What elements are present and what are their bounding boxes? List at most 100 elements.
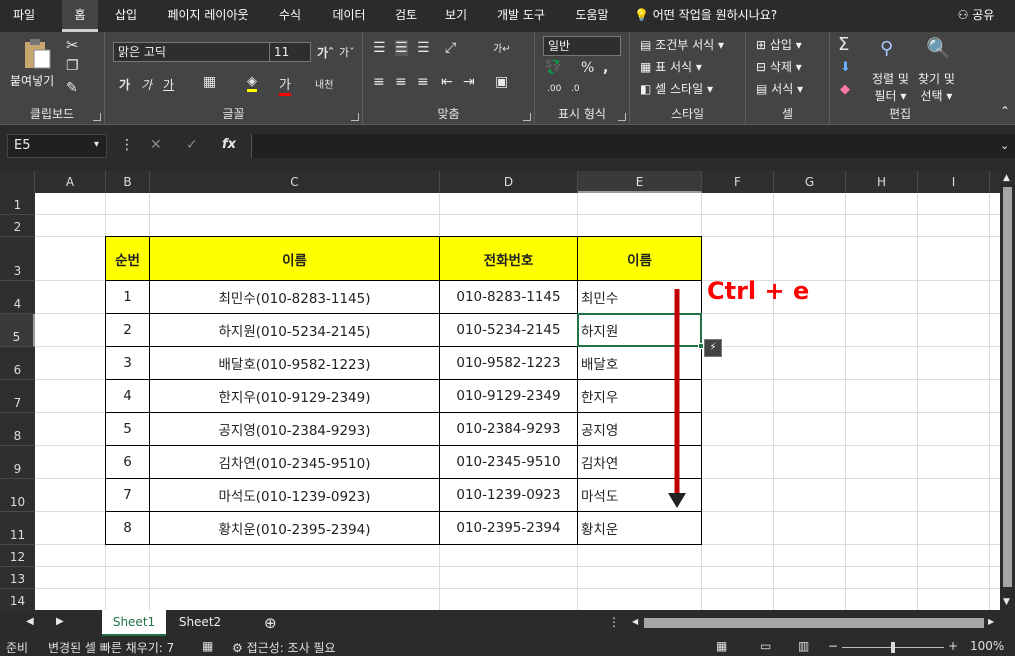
- row-header-13[interactable]: 13: [0, 567, 35, 589]
- sort-filter-button[interactable]: 정렬 및 필터 ▾: [872, 70, 909, 104]
- decrease-decimal-icon[interactable]: .0: [571, 84, 580, 94]
- font-size-dropdown[interactable]: 11: [269, 42, 311, 62]
- row-header-10[interactable]: 10: [0, 479, 35, 512]
- collapse-ribbon-icon[interactable]: ⌃: [1000, 104, 1010, 118]
- row-header-7[interactable]: 7: [0, 380, 35, 413]
- column-header-h[interactable]: H: [846, 171, 918, 193]
- paste-label[interactable]: 붙여넣기: [10, 72, 54, 89]
- worksheet-grid[interactable]: 순번 이름 전화번호 이름 1 최민수(010-8283-1145) 010-8283-11…: [35, 193, 1000, 610]
- scroll-down-icon[interactable]: ▼: [1003, 597, 1010, 607]
- tell-me-search[interactable]: 💡 어떤 작업을 원하시나요?: [634, 0, 812, 32]
- menu-view[interactable]: 보기: [436, 0, 476, 32]
- scroll-left-icon[interactable]: ◀: [632, 617, 638, 626]
- align-left-icon[interactable]: ≡: [373, 74, 385, 90]
- zoom-out-icon[interactable]: −: [828, 639, 838, 653]
- paste-icon[interactable]: [22, 38, 52, 70]
- insert-cells-button[interactable]: ⊞ 삽입 ▾: [756, 36, 802, 53]
- menu-data[interactable]: 데이터: [324, 0, 374, 32]
- fill-icon[interactable]: ⬇: [840, 60, 851, 75]
- comma-icon[interactable]: ,: [603, 60, 608, 76]
- underline-icon[interactable]: 가: [163, 76, 174, 93]
- row-header-14[interactable]: 14: [0, 589, 35, 611]
- name-box[interactable]: E5: [7, 134, 107, 158]
- border-icon[interactable]: ▦: [203, 74, 216, 90]
- menu-review[interactable]: 검토: [386, 0, 426, 32]
- find-select-button[interactable]: 찾기 및 선택 ▾: [918, 70, 955, 104]
- find-select-icon[interactable]: 🔍: [926, 36, 951, 60]
- page-layout-view-icon[interactable]: ▭: [760, 639, 771, 653]
- horizontal-scrollbar[interactable]: ◀ ▶: [630, 616, 1000, 630]
- add-sheet-icon[interactable]: ⊕: [264, 614, 277, 632]
- normal-view-icon[interactable]: ▦: [716, 639, 727, 653]
- percent-icon[interactable]: %: [581, 60, 594, 76]
- cut-icon[interactable]: ✂: [66, 36, 79, 54]
- autosum-icon[interactable]: Σ: [838, 34, 849, 55]
- align-center-icon[interactable]: ≡: [395, 74, 407, 90]
- select-all-button[interactable]: [0, 171, 35, 193]
- wrap-text-icon[interactable]: 가↵: [493, 40, 511, 55]
- delete-cells-button[interactable]: ⊟ 삭제 ▾: [756, 58, 802, 75]
- horizontal-scroll-thumb[interactable]: [644, 618, 984, 628]
- row-header-3[interactable]: 3: [0, 237, 35, 281]
- formula-input[interactable]: [251, 134, 1015, 158]
- column-header-a[interactable]: A: [35, 171, 106, 193]
- menu-insert[interactable]: 삽입: [106, 0, 146, 32]
- share-button[interactable]: ⚇ 공유: [950, 0, 1002, 32]
- row-header-5[interactable]: 5: [0, 314, 35, 347]
- row-header-2[interactable]: 2: [0, 215, 35, 237]
- name-box-dropdown-icon[interactable]: ▾: [94, 139, 99, 150]
- column-header-i[interactable]: I: [918, 171, 990, 193]
- copy-icon[interactable]: ❐: [66, 58, 79, 74]
- sheet-tab-sheet2[interactable]: Sheet2: [168, 610, 232, 636]
- format-as-table-button[interactable]: ▦ 표 서식 ▾: [640, 58, 702, 75]
- italic-icon[interactable]: 가: [141, 76, 152, 93]
- font-name-dropdown[interactable]: 맑은 고딕: [113, 42, 271, 62]
- vertical-scroll-thumb[interactable]: [1003, 187, 1012, 587]
- decrease-indent-icon[interactable]: ⇤: [441, 74, 453, 90]
- row-header-9[interactable]: 9: [0, 446, 35, 479]
- row-header-8[interactable]: 8: [0, 413, 35, 446]
- bold-icon[interactable]: 가: [119, 76, 130, 93]
- scroll-right-icon[interactable]: ▶: [988, 617, 994, 626]
- conditional-format-button[interactable]: ▤ 조건부 서식 ▾: [640, 36, 724, 53]
- next-sheet-icon[interactable]: ▶: [56, 616, 64, 627]
- enter-icon[interactable]: ✓: [186, 137, 198, 153]
- accessibility-status[interactable]: ⚙ 접근성: 조사 필요: [232, 639, 336, 656]
- align-middle-icon[interactable]: ☰: [395, 40, 408, 56]
- row-header-1[interactable]: 1: [0, 193, 35, 215]
- zoom-level[interactable]: 100%: [970, 639, 1004, 653]
- more-icon[interactable]: ⋮: [120, 137, 134, 153]
- sort-filter-icon[interactable]: ⚲: [880, 38, 893, 59]
- row-header-4[interactable]: 4: [0, 281, 35, 314]
- phonetic-icon[interactable]: 내천: [315, 76, 333, 91]
- increase-indent-icon[interactable]: ⇥: [463, 74, 475, 90]
- column-header-g[interactable]: G: [774, 171, 846, 193]
- orientation-icon[interactable]: ⤢: [445, 40, 456, 56]
- align-right-icon[interactable]: ≡: [417, 74, 429, 90]
- zoom-in-icon[interactable]: +: [948, 639, 958, 653]
- tab-options-icon[interactable]: ⋮: [608, 615, 620, 629]
- font-launcher-icon[interactable]: [351, 113, 359, 121]
- align-top-icon[interactable]: ☰: [373, 40, 386, 56]
- font-color-icon[interactable]: 가: [279, 74, 291, 96]
- zoom-slider-thumb[interactable]: [891, 642, 895, 653]
- number-format-dropdown[interactable]: 일반: [543, 36, 621, 56]
- menu-formulas[interactable]: 수식: [270, 0, 310, 32]
- merge-center-icon[interactable]: ▣: [495, 74, 508, 90]
- menu-home[interactable]: 홈: [62, 0, 98, 32]
- column-header-c[interactable]: C: [150, 171, 440, 193]
- insert-function-icon[interactable]: fx: [222, 137, 236, 152]
- clear-icon[interactable]: ◆: [840, 82, 850, 97]
- expand-formula-icon[interactable]: ⌄: [1000, 139, 1009, 152]
- align-bottom-icon[interactable]: ☰: [417, 40, 430, 56]
- fill-color-icon[interactable]: ◈: [247, 74, 257, 92]
- currency-icon[interactable]: 💱: [545, 60, 561, 75]
- number-launcher-icon[interactable]: [618, 113, 626, 121]
- grow-font-icon[interactable]: 가ˆ: [317, 44, 334, 61]
- column-header-d[interactable]: D: [440, 171, 578, 193]
- column-header-b[interactable]: B: [106, 171, 150, 193]
- row-header-11[interactable]: 11: [0, 512, 35, 545]
- alignment-launcher-icon[interactable]: [523, 113, 531, 121]
- sheet-tab-sheet1[interactable]: Sheet1: [102, 610, 166, 636]
- increase-decimal-icon[interactable]: .00: [547, 84, 561, 94]
